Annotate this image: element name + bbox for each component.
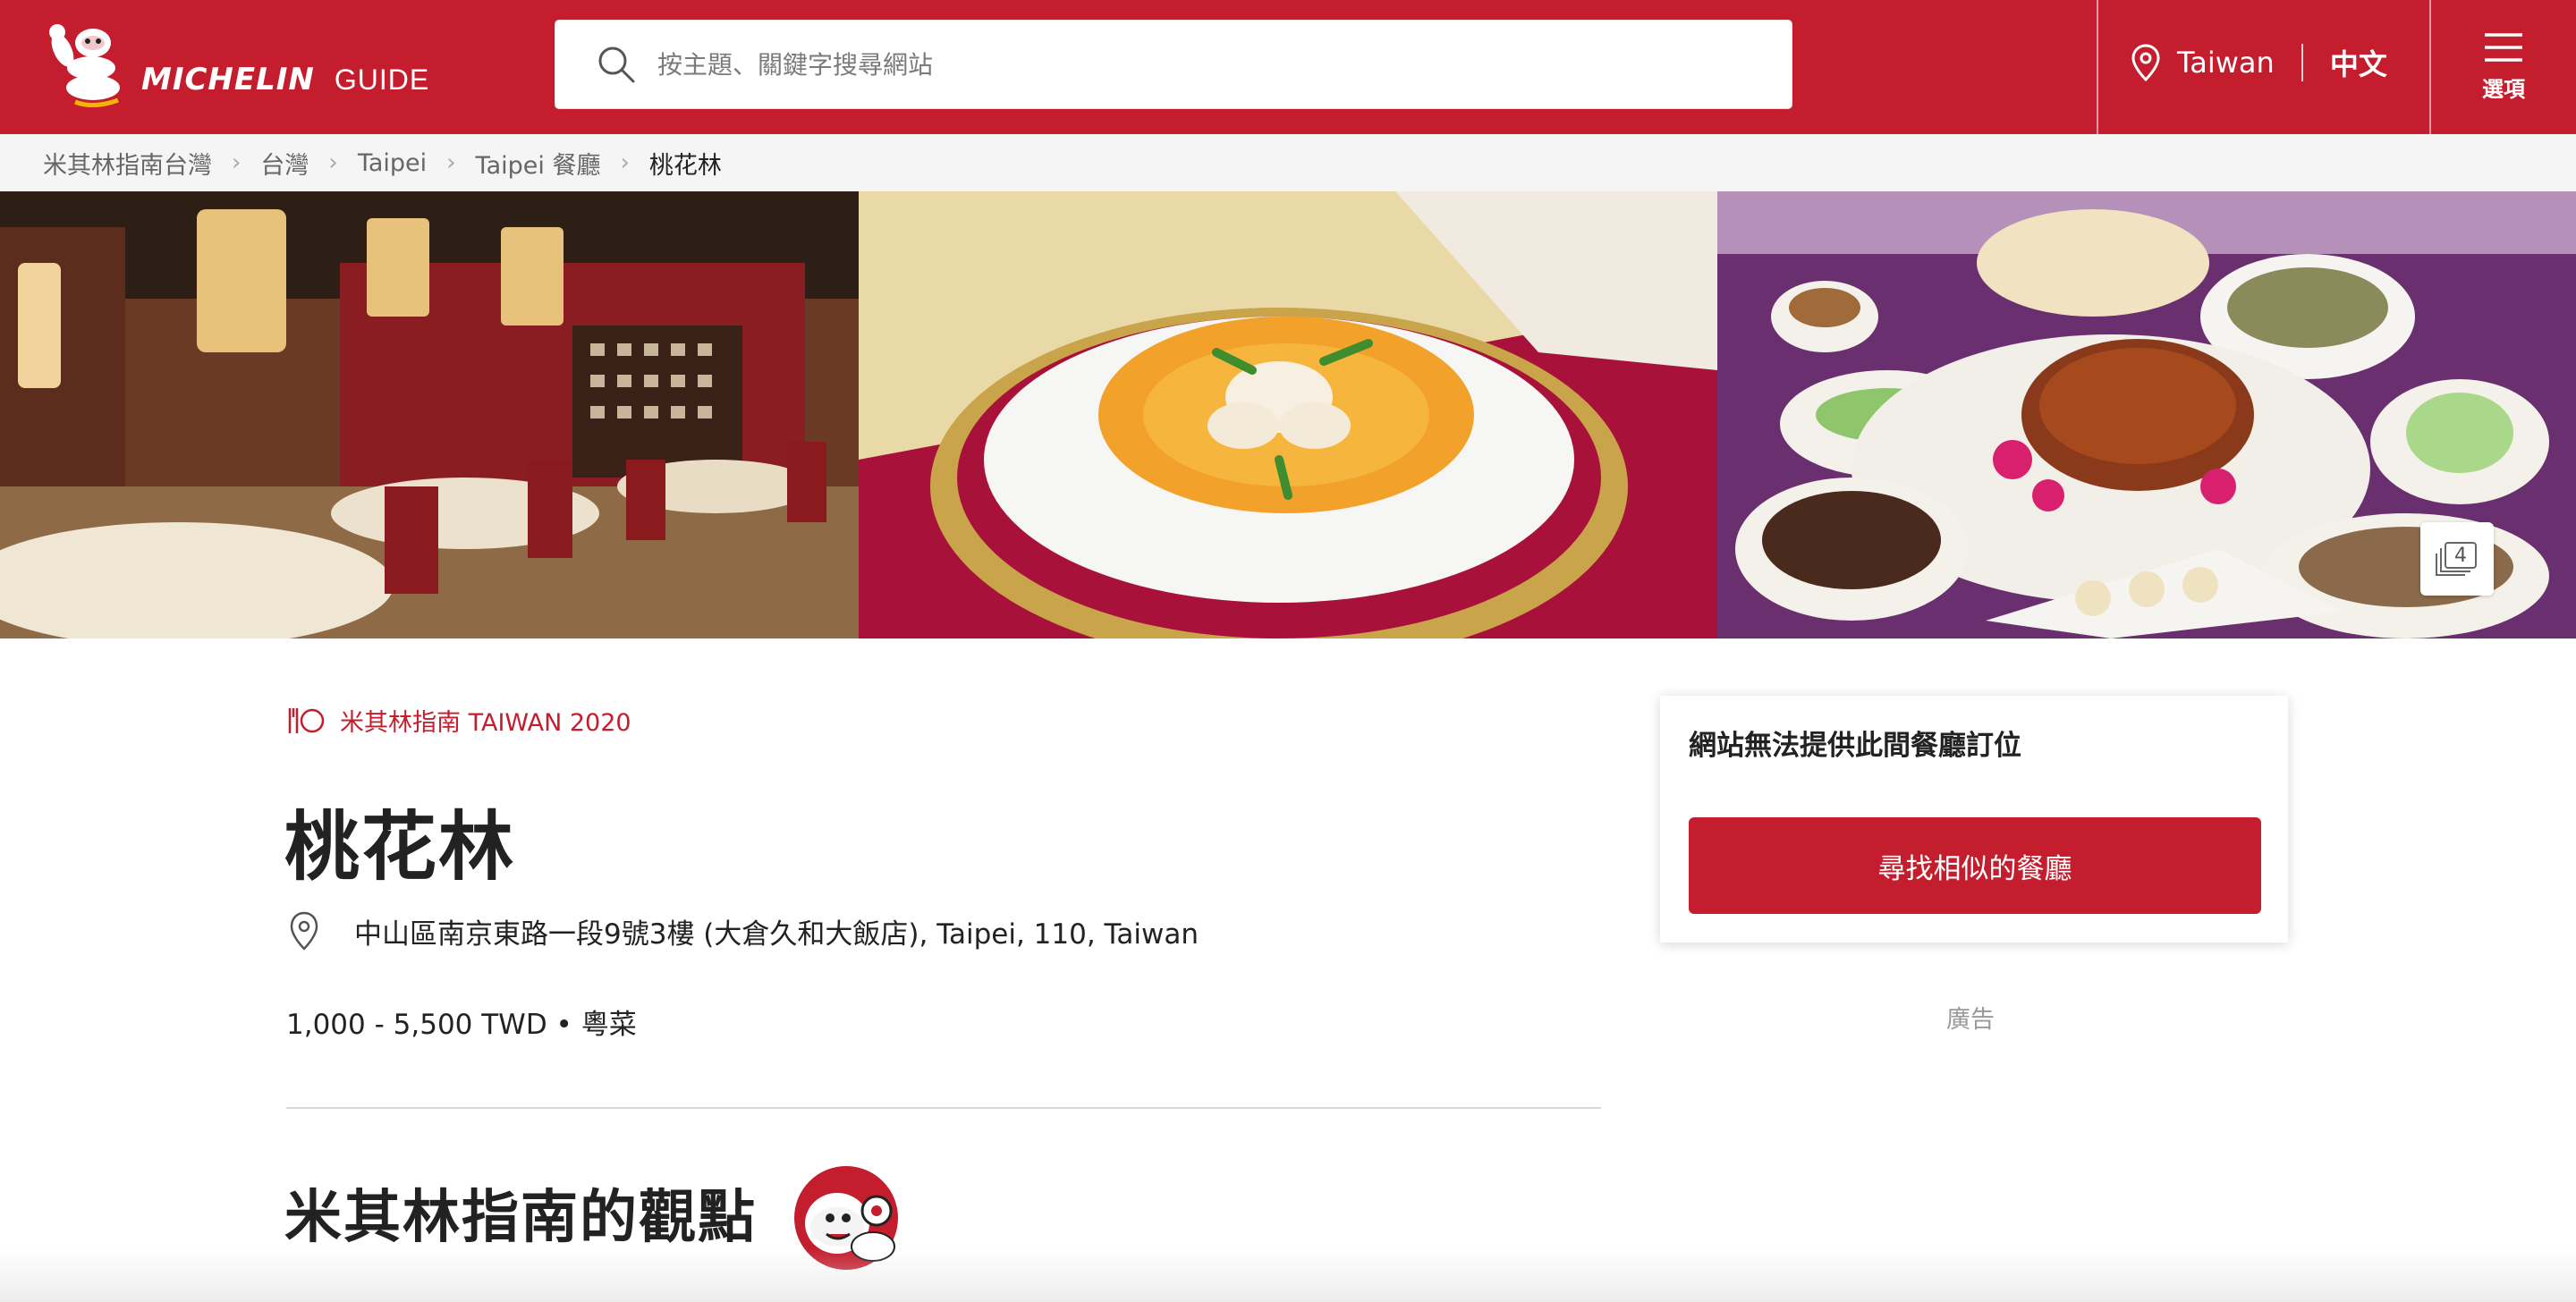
search-icon bbox=[598, 46, 635, 83]
find-similar-restaurants-button[interactable]: 尋找相似的餐廳 bbox=[1689, 817, 2261, 914]
header-divider bbox=[2097, 0, 2098, 134]
price-and-cuisine: 1,000 - 5,500 TWD • 粵菜 bbox=[286, 1009, 637, 1041]
location-pin-icon bbox=[290, 911, 318, 951]
region-selector[interactable]: Taiwan 中文 bbox=[2131, 36, 2387, 89]
chevron-right-icon: › bbox=[232, 149, 242, 176]
location-pin-icon bbox=[2131, 44, 2160, 81]
distinction-label: 米其林指南 TAIWAN 2020 bbox=[340, 709, 631, 737]
region-label: Taiwan bbox=[2177, 46, 2275, 80]
photo-gallery[interactable]: 4 bbox=[0, 191, 2576, 638]
gallery-photo-soup[interactable] bbox=[859, 191, 1717, 638]
photo-count-button[interactable]: 4 bbox=[2420, 522, 2494, 596]
fork-knife-plate-icon bbox=[288, 707, 325, 733]
gallery-photo-dining-room[interactable] bbox=[0, 191, 859, 638]
booking-unavailable-text: 網站無法提供此間餐廳訂位 bbox=[1689, 730, 2021, 762]
bibendum-logo-icon bbox=[49, 24, 120, 107]
advertisement-label: 廣告 bbox=[1946, 1006, 1995, 1034]
hamburger-menu-icon bbox=[2485, 32, 2522, 62]
language-selector[interactable]: 中文 bbox=[2330, 42, 2387, 83]
soup-dish-image bbox=[859, 191, 1717, 638]
search-input[interactable] bbox=[657, 49, 1731, 80]
address-text: 中山區南京東路一段9號3樓 (大倉久和大飯店), Taipei, 110, Ta… bbox=[354, 917, 1199, 951]
logo-wordmark: MICHELIN bbox=[141, 62, 315, 97]
michelin-guide-logo[interactable]: MICHELIN GUIDE bbox=[39, 23, 460, 113]
breadcrumb-link-taipei[interactable]: Taipei bbox=[358, 149, 427, 177]
restaurant-address: 中山區南京東路一段9號3樓 (大倉久和大飯店), Taipei, 110, Ta… bbox=[288, 910, 1199, 951]
restaurant-name: 桃花林 bbox=[284, 802, 516, 891]
breadcrumb: 米其林指南台灣 › 台灣 › Taipei › Taipei 餐廳 › 桃花林 bbox=[0, 134, 2576, 191]
breadcrumb-current: 桃花林 bbox=[648, 151, 722, 180]
logo-guide-text: GUIDE bbox=[334, 63, 430, 96]
breadcrumb-link-michelin-taiwan[interactable]: 米其林指南台灣 bbox=[43, 146, 212, 181]
section-divider bbox=[286, 1107, 1601, 1109]
bottom-shadow bbox=[0, 1248, 2576, 1302]
menu-button[interactable]: 選項 bbox=[2431, 0, 2576, 134]
site-header: MICHELIN GUIDE Taiwan 中文 選項 bbox=[0, 0, 2576, 134]
photo-count-number: 4 bbox=[2454, 545, 2467, 567]
chevron-right-icon: › bbox=[328, 149, 338, 176]
breadcrumb-link-taiwan[interactable]: 台灣 bbox=[260, 146, 309, 181]
photo-stack-icon: 4 bbox=[2435, 541, 2479, 577]
chevron-right-icon: › bbox=[446, 149, 456, 176]
breadcrumb-link-taipei-restaurants[interactable]: Taipei 餐廳 bbox=[476, 146, 601, 181]
menu-label: 選項 bbox=[2482, 76, 2525, 102]
search-bar[interactable] bbox=[555, 20, 1792, 109]
michelin-review-heading: 米其林指南的觀點 bbox=[284, 1184, 757, 1251]
dining-room-image bbox=[0, 191, 859, 638]
region-language-separator bbox=[2301, 44, 2303, 81]
distinction-badge: 米其林指南 TAIWAN 2020 bbox=[286, 703, 631, 738]
gallery-photo-banquet[interactable]: 4 bbox=[1717, 191, 2576, 638]
booking-card: 網站無法提供此間餐廳訂位 尋找相似的餐廳 bbox=[1660, 696, 2288, 943]
chevron-right-icon: › bbox=[620, 149, 630, 176]
